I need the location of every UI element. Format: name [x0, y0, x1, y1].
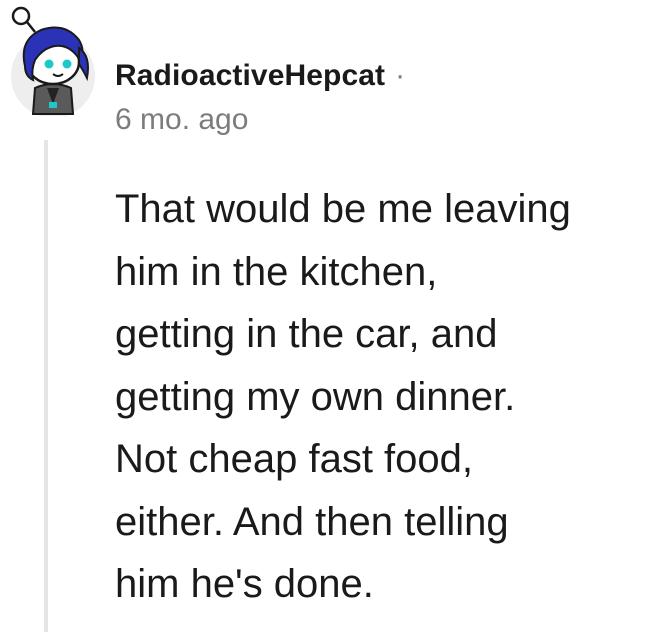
comment-body-line: Not cheap fast food,: [115, 437, 474, 481]
user-avatar[interactable]: [5, 4, 101, 118]
author-username[interactable]: RadioactiveHepcat: [115, 56, 385, 96]
comment-body-line: That would be me leaving: [115, 187, 571, 231]
author-row: RadioactiveHepcat ·: [115, 56, 635, 96]
thread-collapse-line[interactable]: [44, 140, 48, 632]
comment-body-line: him in the kitchen,: [115, 249, 438, 294]
comment-body-line: getting my own dinner.: [115, 374, 516, 419]
comment-header: RadioactiveHepcat · 6 mo. ago: [115, 56, 635, 138]
comment-body-line: either. And then telling: [115, 499, 509, 544]
comment-body: That would be me leaving him in the kitc…: [115, 178, 645, 616]
comment-body-line: him he's done.: [115, 562, 374, 606]
comment-body-line: getting in the car, and: [115, 312, 498, 356]
meta-separator: ·: [395, 59, 406, 92]
comment: RadioactiveHepcat · 6 mo. ago That would…: [0, 0, 651, 632]
comment-timestamp[interactable]: 6 mo. ago: [115, 102, 635, 138]
snoo-avatar-icon: [11, 6, 95, 118]
